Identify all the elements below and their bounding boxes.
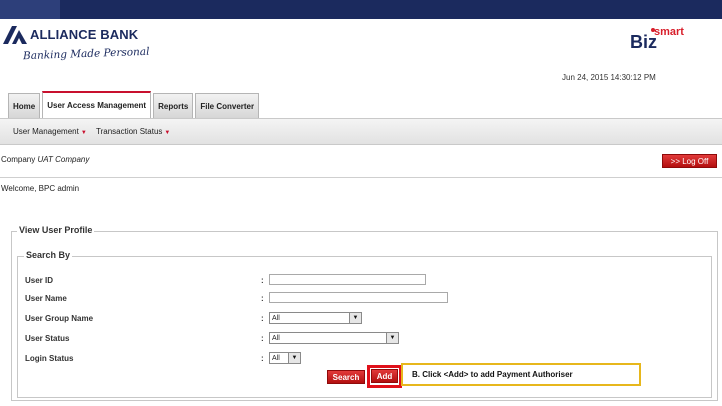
tab-reports[interactable]: Reports: [153, 93, 194, 118]
user-group-name-select[interactable]: All ▼: [269, 312, 362, 324]
bizsmart-logo-main: Biz: [630, 32, 657, 52]
current-datetime: Jun 24, 2015 14:30:12 PM: [562, 73, 656, 82]
caret-down-icon: ▼: [80, 130, 87, 136]
submenu-user-management[interactable]: User Management ▼: [13, 127, 87, 136]
user-id-label: User ID: [25, 276, 54, 285]
user-status-select[interactable]: All ▼: [269, 332, 399, 344]
sub-menu-bar: User Management ▼ Transaction Status ▼: [0, 118, 722, 145]
tab-file-converter[interactable]: File Converter: [195, 93, 260, 118]
welcome-message: Welcome, BPC admin: [1, 184, 80, 193]
colon: :: [261, 294, 264, 303]
chevron-down-icon: ▼: [386, 333, 398, 343]
caret-down-icon: ▼: [164, 130, 171, 136]
bank-name: ALLIANCE BANK: [30, 27, 139, 42]
view-user-profile-title: View User Profile: [17, 225, 95, 235]
submenu-user-management-label: User Management: [13, 127, 79, 136]
search-button[interactable]: Search: [327, 370, 365, 384]
user-name-input[interactable]: [269, 292, 448, 303]
tab-home[interactable]: Home: [8, 93, 41, 118]
top-banner-accent: [0, 0, 60, 19]
user-id-input[interactable]: [269, 274, 426, 285]
user-status-label: User Status: [25, 334, 70, 343]
submenu-transaction-status-label: Transaction Status: [96, 127, 163, 136]
main-tabs: Home User Access Management Reports File…: [8, 91, 260, 118]
user-group-name-label: User Group Name: [25, 314, 94, 323]
user-status-value: All: [272, 334, 280, 342]
log-off-button[interactable]: >> Log Off: [662, 154, 717, 168]
bank-tagline: Banking Made Personal: [22, 45, 150, 63]
bizsmart-logo: Biz smart: [630, 26, 702, 54]
bizsmart-logo-super: smart: [654, 26, 684, 38]
login-status-label: Login Status: [25, 354, 74, 363]
login-status-value: All: [272, 354, 280, 362]
colon: :: [261, 334, 264, 343]
colon: :: [261, 314, 264, 323]
company-info: Company UAT Company: [1, 155, 89, 164]
alliance-logo-icon: [3, 26, 27, 44]
company-label: Company: [1, 155, 36, 164]
user-name-label: User Name: [25, 294, 67, 303]
search-by-title: Search By: [24, 250, 73, 260]
user-group-name-value: All: [272, 314, 280, 322]
divider: [0, 177, 722, 178]
alliance-bank-logo: ALLIANCE BANK Banking Made Personal: [3, 26, 163, 72]
login-status-select[interactable]: All ▼: [269, 352, 301, 364]
chevron-down-icon: ▼: [288, 353, 300, 363]
submenu-transaction-status[interactable]: Transaction Status ▼: [96, 127, 170, 136]
tab-user-access-management[interactable]: User Access Management: [42, 91, 152, 118]
top-banner: [0, 0, 722, 19]
chevron-down-icon: ▼: [349, 313, 361, 323]
instruction-callout: B. Click <Add> to add Payment Authoriser: [401, 363, 641, 386]
company-name: UAT Company: [37, 155, 90, 164]
colon: :: [261, 354, 264, 363]
add-button[interactable]: Add: [371, 369, 398, 383]
colon: :: [261, 276, 264, 285]
